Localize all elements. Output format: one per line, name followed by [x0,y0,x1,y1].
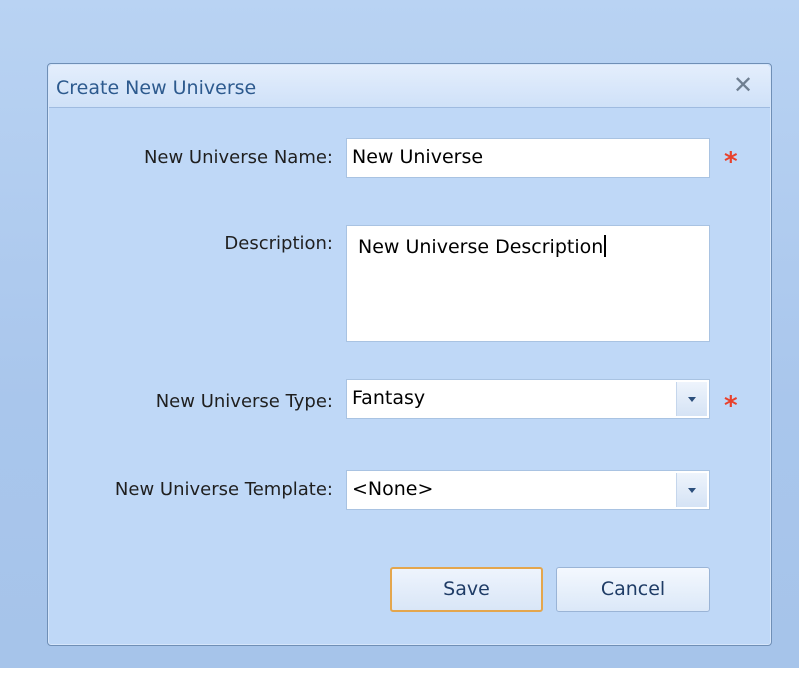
template-label: New Universe Template: [114,479,333,500]
universe-type-select[interactable]: Fantasy [346,379,710,419]
required-marker-name: * [724,147,738,177]
universe-template-value: <None> [352,478,434,500]
cancel-button[interactable]: Cancel [556,567,710,612]
dialog-title: Create New Universe [56,77,257,99]
description-textarea[interactable]: New Universe Description [346,225,710,342]
required-marker-type: * [724,391,738,421]
chevron-down-icon[interactable] [676,473,707,507]
universe-type-value: Fantasy [352,387,426,409]
chevron-down-icon[interactable] [676,382,707,416]
universe-name-value: New Universe [352,146,484,168]
description-label: Description: [224,233,333,254]
universe-template-select[interactable]: <None> [346,470,710,510]
save-button[interactable]: Save [390,567,543,612]
dialog-titlebar: Create New Universe ✕ [49,65,770,108]
description-value: New Universe Description [358,236,604,258]
type-label: New Universe Type: [155,391,333,412]
text-cursor [604,235,607,257]
name-label: New Universe Name: [143,147,333,168]
close-icon[interactable]: ✕ [730,72,756,98]
universe-name-input[interactable]: New Universe [346,138,710,178]
description-value-wrap: New Universe Description [358,235,607,258]
